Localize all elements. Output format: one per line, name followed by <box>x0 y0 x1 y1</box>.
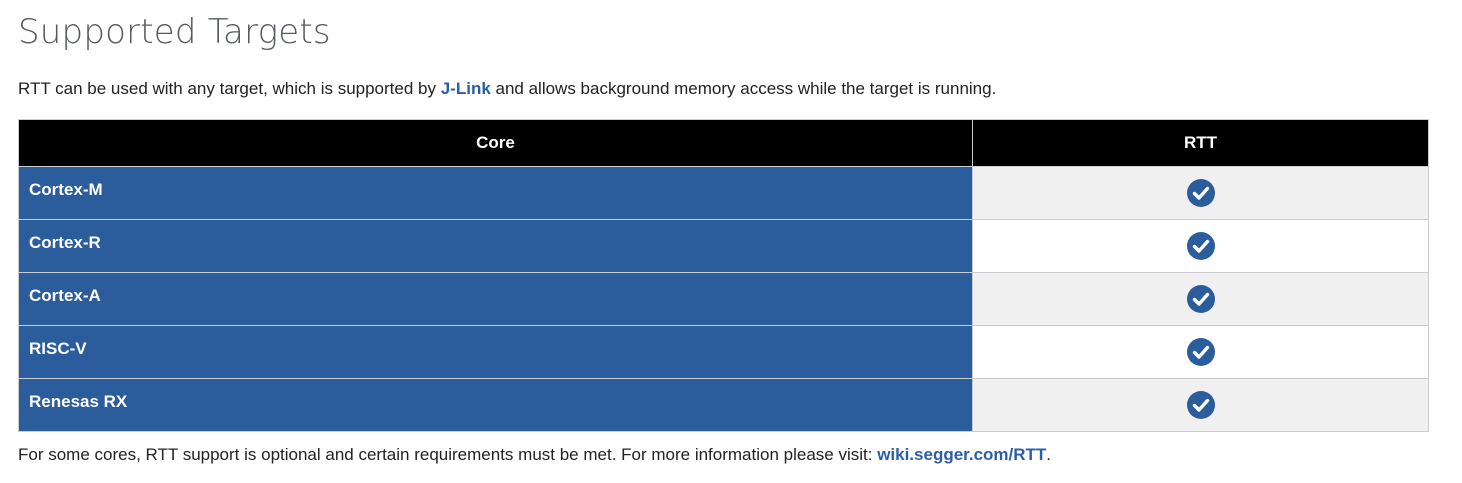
rtt-cell <box>972 325 1429 379</box>
support-table: Core RTT Cortex-M Cortex-R Cortex-A RISC… <box>18 119 1429 432</box>
wiki-rtt-link[interactable]: wiki.segger.com/RTT <box>877 445 1046 464</box>
core-cell: Cortex-M <box>18 166 973 220</box>
core-cell: Cortex-A <box>18 272 973 326</box>
column-header-rtt: RTT <box>972 119 1429 167</box>
j-link-link[interactable]: J-Link <box>441 79 491 98</box>
core-cell: Cortex-R <box>18 219 973 273</box>
rtt-cell <box>972 378 1429 432</box>
check-circle-icon <box>1186 285 1215 313</box>
intro-paragraph: RTT can be used with any target, which i… <box>18 79 996 99</box>
intro-text-after: and allows background memory access whil… <box>490 79 997 98</box>
page-title: Supported Targets <box>18 12 331 52</box>
column-header-core: Core <box>18 119 973 167</box>
rtt-cell <box>972 219 1429 273</box>
check-circle-icon <box>1186 338 1215 366</box>
core-cell: Renesas RX <box>18 378 973 432</box>
footer-text-after: . <box>1046 445 1052 464</box>
table-row: Cortex-M <box>18 166 1429 220</box>
check-circle-icon <box>1186 391 1215 419</box>
intro-text-before: RTT can be used with any target, which i… <box>18 79 441 98</box>
table-header-row: Core RTT <box>18 119 1429 167</box>
rtt-cell <box>972 166 1429 220</box>
footer-paragraph: For some cores, RTT support is optional … <box>18 445 1051 465</box>
table-row: Renesas RX <box>18 378 1429 432</box>
table-row: Cortex-A <box>18 272 1429 326</box>
table-row: Cortex-R <box>18 219 1429 273</box>
footer-text-before: For some cores, RTT support is optional … <box>18 445 878 464</box>
check-circle-icon <box>1186 232 1215 260</box>
table-row: RISC-V <box>18 325 1429 379</box>
rtt-cell <box>972 272 1429 326</box>
core-cell: RISC-V <box>18 325 973 379</box>
check-circle-icon <box>1186 179 1215 207</box>
support-table-wrapper: Core RTT Cortex-M Cortex-R Cortex-A RISC… <box>18 119 1429 432</box>
